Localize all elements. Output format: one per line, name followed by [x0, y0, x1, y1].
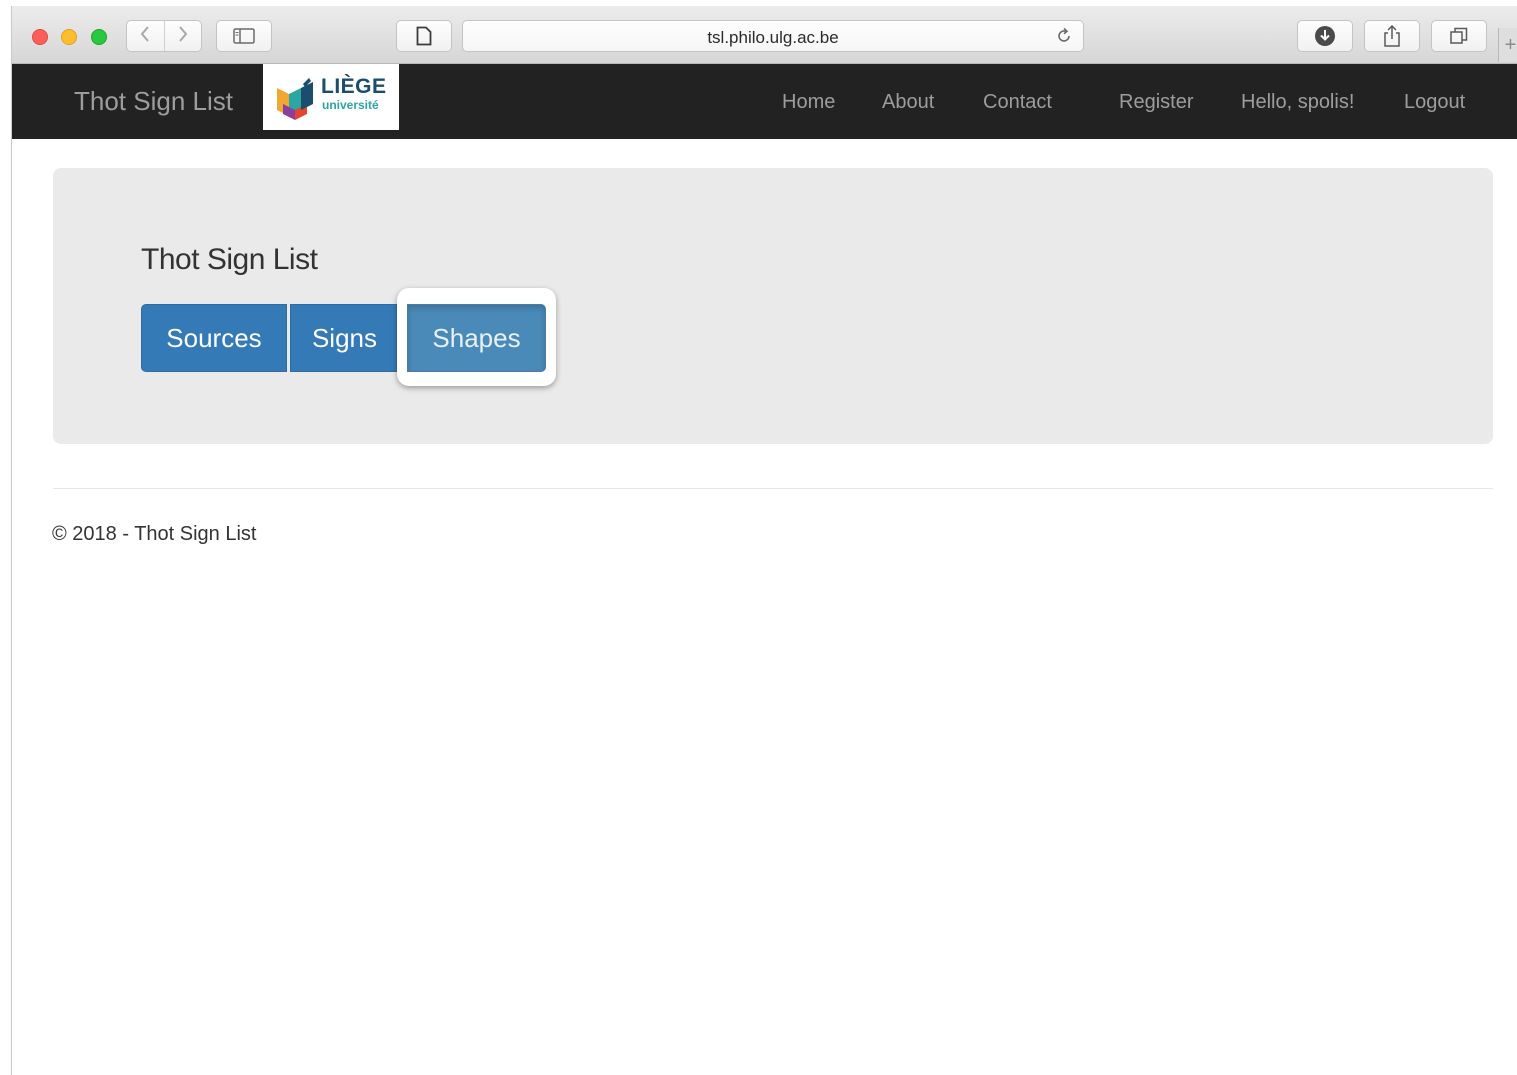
address-bar[interactable]: tsl.philo.ulg.ac.be [462, 20, 1084, 52]
reload-icon[interactable] [1053, 25, 1075, 47]
navbar-brand[interactable]: Thot Sign List [74, 86, 233, 117]
footer-divider [53, 488, 1493, 489]
back-icon[interactable] [127, 25, 164, 48]
liege-logo[interactable]: LIÈGE université [263, 64, 399, 130]
shapes-button[interactable]: Shapes [407, 304, 546, 372]
reader-button[interactable] [396, 20, 452, 52]
forward-icon[interactable] [165, 25, 202, 48]
nav-contact[interactable]: Contact [983, 91, 1052, 114]
nav-register[interactable]: Register [1119, 91, 1193, 114]
nav-about[interactable]: About [882, 91, 934, 114]
page-title: Thot Sign List [141, 243, 318, 276]
close-window-button[interactable] [32, 29, 48, 45]
logo-subtitle: université [322, 98, 379, 112]
signs-button[interactable]: Signs [290, 304, 399, 372]
nav-home[interactable]: Home [782, 91, 835, 114]
logo-wordmark: LIÈGE [321, 75, 387, 98]
nav-user-greeting[interactable]: Hello, spolis! [1241, 91, 1354, 114]
browser-window: tsl.philo.ulg.ac.be + Thot Sign List LIÈ… [11, 6, 1517, 1075]
zoom-window-button[interactable] [91, 29, 107, 45]
url-text: tsl.philo.ulg.ac.be [707, 28, 839, 47]
jumbotron: Thot Sign List Sources Signs Shapes [53, 168, 1493, 444]
new-tab-button[interactable]: + [1498, 28, 1517, 62]
page-icon [416, 26, 432, 46]
sidebar-toggle-button[interactable] [216, 20, 272, 52]
footer-copyright: © 2018 - Thot Sign List [52, 523, 257, 545]
site-navbar: Thot Sign List LIÈGE université Home Abo… [12, 64, 1517, 139]
history-nav-group [126, 20, 202, 52]
sources-button[interactable]: Sources [141, 304, 287, 372]
downloads-button[interactable] [1297, 20, 1353, 52]
tabs-icon [1450, 27, 1468, 44]
download-icon [1315, 26, 1335, 46]
minimize-window-button[interactable] [61, 29, 77, 45]
share-icon [1384, 25, 1400, 47]
shapes-button-highlight: Shapes [397, 288, 556, 386]
nav-logout[interactable]: Logout [1404, 91, 1465, 114]
liege-logo-mark-icon [277, 78, 313, 120]
share-button[interactable] [1364, 20, 1420, 52]
sidebar-icon [233, 28, 255, 44]
browser-toolbar: tsl.philo.ulg.ac.be + [12, 6, 1517, 64]
show-tabs-button[interactable] [1431, 20, 1487, 52]
